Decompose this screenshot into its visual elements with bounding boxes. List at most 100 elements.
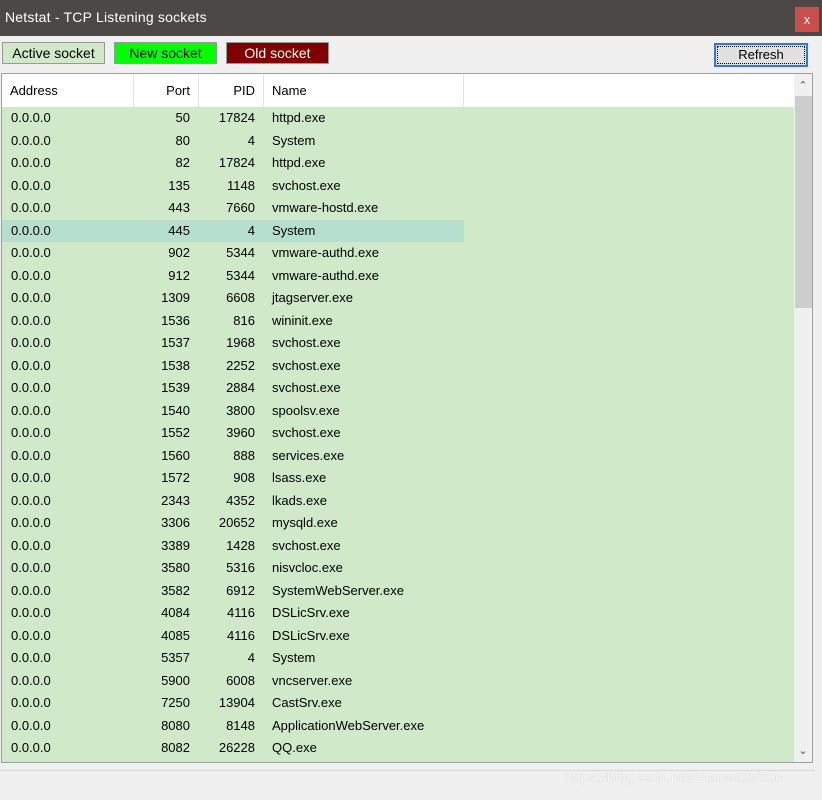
cell-name: spoolsv.exe bbox=[272, 402, 340, 418]
cell-pid: 4 bbox=[247, 222, 255, 238]
cell-pid: 2252 bbox=[226, 357, 255, 373]
cell-address: 0.0.0.0 bbox=[11, 335, 51, 350]
cell-port: 7250 bbox=[161, 695, 190, 710]
cell-pid: 5316 bbox=[226, 560, 255, 575]
cell-pid: 1428 bbox=[226, 537, 255, 553]
column-header-name[interactable]: Name bbox=[264, 74, 464, 107]
table-row[interactable]: 0.0.0.0 1537 1968 svchost.exe bbox=[2, 332, 794, 355]
cell-address: 0.0.0.0 bbox=[11, 312, 51, 328]
table-row[interactable]: 0.0.0.0 1536 816 wininit.exe bbox=[2, 310, 794, 333]
cell-name: svchost.exe bbox=[272, 335, 341, 350]
table-row[interactable]: 0.0.0.0 80 4 System bbox=[2, 130, 794, 153]
cell-name: svchost.exe bbox=[272, 357, 341, 373]
cell-pid: 4116 bbox=[227, 627, 255, 643]
table-row[interactable]: 0.0.0.0 912 5344 vmware-authd.exe bbox=[2, 265, 794, 288]
cell-port: 2343 bbox=[161, 492, 190, 508]
cell-pid: 4352 bbox=[226, 492, 255, 508]
cell-address: 0.0.0.0 bbox=[11, 447, 51, 463]
cell-name: DSLicSrv.exe bbox=[272, 605, 350, 620]
table-row[interactable]: 0.0.0.0 1540 3800 spoolsv.exe bbox=[2, 400, 794, 423]
cell-address: 0.0.0.0 bbox=[11, 582, 51, 598]
cell-address: 0.0.0.0 bbox=[11, 380, 51, 395]
legend-active-socket: Active socket bbox=[2, 42, 105, 64]
table-row[interactable]: 0.0.0.0 1572 908 lsass.exe bbox=[2, 467, 794, 490]
cell-pid: 5344 bbox=[226, 267, 255, 283]
table-row[interactable]: 0.0.0.0 135 1148 svchost.exe bbox=[2, 175, 794, 198]
cell-name: nisvcloc.exe bbox=[272, 560, 343, 575]
table-row[interactable]: 0.0.0.0 2343 4352 lkads.exe bbox=[2, 490, 794, 513]
table-row[interactable]: 0.0.0.0 4084 4116 DSLicSrv.exe bbox=[2, 602, 794, 625]
column-header-pid[interactable]: PID bbox=[199, 74, 264, 107]
table-row[interactable]: 0.0.0.0 7250 13904 CastSrv.exe bbox=[2, 692, 794, 715]
cell-port: 1538 bbox=[161, 357, 190, 373]
cell-pid: 20652 bbox=[218, 515, 255, 530]
cell-pid: 6008 bbox=[226, 672, 255, 688]
cell-address: 0.0.0.0 bbox=[11, 245, 51, 260]
cell-name: httpd.exe bbox=[272, 110, 326, 125]
table-row[interactable]: 0.0.0.0 1539 2884 svchost.exe bbox=[2, 377, 794, 400]
table-row[interactable]: 0.0.0.0 8082 26228 QQ.exe bbox=[2, 737, 794, 760]
table-row[interactable]: 0.0.0.0 5357 4 System bbox=[2, 647, 794, 670]
cell-port: 1572 bbox=[161, 470, 190, 485]
cell-pid: 3960 bbox=[226, 425, 255, 440]
table-row[interactable]: 0.0.0.0 50 17824 httpd.exe bbox=[2, 107, 794, 130]
cell-port: 8080 bbox=[161, 717, 190, 733]
cell-port: 50 bbox=[175, 110, 190, 125]
table-row[interactable]: 0.0.0.0 1560 888 services.exe bbox=[2, 445, 794, 468]
cell-port: 1309 bbox=[161, 290, 190, 305]
cell-name: wininit.exe bbox=[272, 312, 333, 328]
table-row[interactable]: 0.0.0.0 4085 4116 DSLicSrv.exe bbox=[2, 625, 794, 648]
cell-name: vmware-hostd.exe bbox=[272, 200, 379, 215]
cell-name: services.exe bbox=[272, 447, 345, 463]
cell-name: System bbox=[272, 222, 316, 238]
list-rows: 0.0.0.0 50 17824 httpd.exe 0.0.0.0 80 4 System 0… bbox=[2, 107, 794, 760]
close-button[interactable]: x bbox=[795, 7, 819, 32]
table-row[interactable]: 0.0.0.0 1552 3960 svchost.exe bbox=[2, 422, 794, 445]
cell-name: lkads.exe bbox=[272, 492, 327, 508]
cell-address: 0.0.0.0 bbox=[11, 290, 51, 305]
table-row[interactable]: 0.0.0.0 3389 1428 svchost.exe bbox=[2, 535, 794, 558]
cell-port: 1560 bbox=[161, 447, 190, 463]
cell-port: 8082 bbox=[161, 740, 190, 755]
column-header-port[interactable]: Port bbox=[134, 74, 199, 107]
table-row[interactable]: 0.0.0.0 3306 20652 mysqld.exe bbox=[2, 512, 794, 535]
list-header: Address Port PID Name bbox=[2, 74, 794, 107]
cell-pid: 1968 bbox=[226, 335, 255, 350]
table-row[interactable]: 0.0.0.0 3582 6912 SystemWebServer.exe bbox=[2, 580, 794, 603]
table-row[interactable]: 0.0.0.0 5900 6008 vncserver.exe bbox=[2, 670, 794, 693]
cell-address: 0.0.0.0 bbox=[11, 470, 51, 485]
table-row[interactable]: 0.0.0.0 82 17824 httpd.exe bbox=[2, 152, 794, 175]
cell-pid: 13904 bbox=[218, 695, 255, 710]
cell-name: vmware-authd.exe bbox=[272, 267, 379, 283]
vertical-scrollbar[interactable]: ⌃ ⌄ bbox=[794, 74, 812, 762]
cell-address: 0.0.0.0 bbox=[11, 222, 51, 238]
table-row[interactable]: 0.0.0.0 1538 2252 svchost.exe bbox=[2, 355, 794, 378]
cell-address: 0.0.0.0 bbox=[11, 132, 51, 148]
scroll-up-icon[interactable]: ⌃ bbox=[794, 79, 812, 92]
cell-port: 135 bbox=[168, 177, 190, 193]
refresh-button[interactable]: Refresh bbox=[714, 43, 808, 67]
table-row[interactable]: 0.0.0.0 445 4 System bbox=[2, 219, 794, 242]
column-header-address[interactable]: Address bbox=[2, 74, 134, 107]
table-row[interactable]: 0.0.0.0 443 7660 vmware-hostd.exe bbox=[2, 197, 794, 220]
cell-pid: 5344 bbox=[226, 245, 255, 260]
scrollbar-thumb[interactable] bbox=[795, 96, 812, 308]
cell-address: 0.0.0.0 bbox=[11, 267, 51, 283]
cell-pid: 7660 bbox=[226, 200, 255, 215]
cell-name: QQ.exe bbox=[272, 740, 317, 755]
cell-address: 0.0.0.0 bbox=[11, 560, 51, 575]
table-row[interactable]: 0.0.0.0 3580 5316 nisvcloc.exe bbox=[2, 557, 794, 580]
scroll-down-icon[interactable]: ⌄ bbox=[794, 744, 812, 757]
table-row[interactable]: 0.0.0.0 8080 8148 ApplicationWebServer.exe bbox=[2, 715, 794, 738]
cell-name: ApplicationWebServer.exe bbox=[272, 717, 425, 733]
cell-port: 1552 bbox=[161, 425, 190, 440]
cell-port: 1536 bbox=[161, 312, 190, 328]
cell-pid: 3800 bbox=[226, 402, 255, 418]
table-row[interactable]: 0.0.0.0 1309 6608 jtagserver.exe bbox=[2, 287, 794, 310]
socket-list[interactable]: Address Port PID Name 0.0.0.0 50 17824 http… bbox=[1, 73, 813, 763]
cell-pid: 2884 bbox=[226, 380, 255, 395]
cell-name: CastSrv.exe bbox=[272, 695, 342, 710]
cell-pid: 4 bbox=[247, 650, 255, 665]
cell-name: vmware-authd.exe bbox=[272, 245, 379, 260]
table-row[interactable]: 0.0.0.0 902 5344 vmware-authd.exe bbox=[2, 242, 794, 265]
